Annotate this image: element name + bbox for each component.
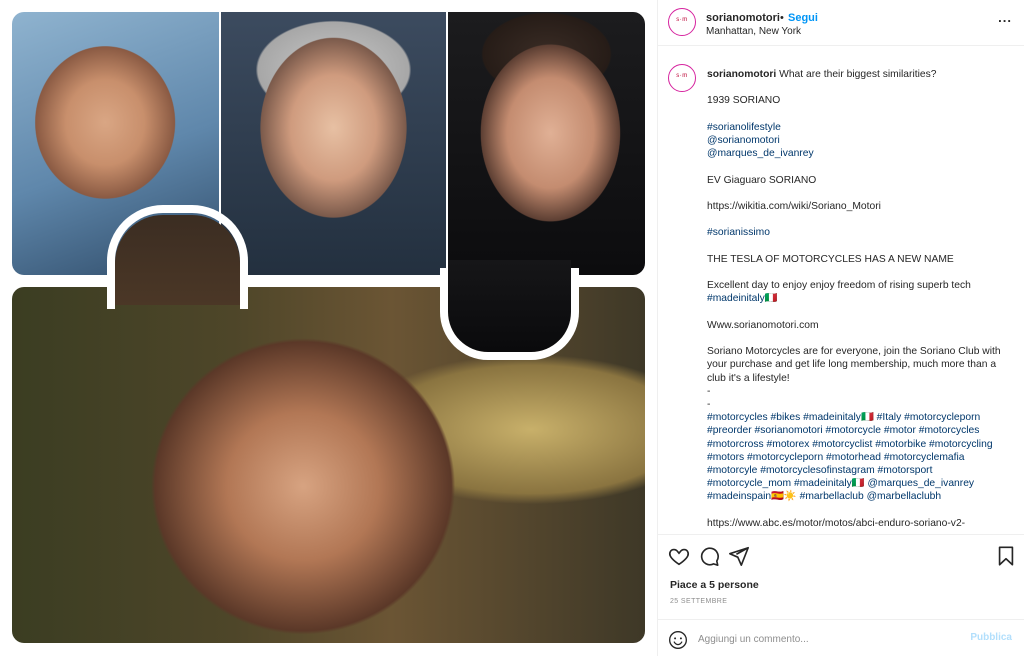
collage-seam-extension xyxy=(440,268,579,360)
collage-seam-tab xyxy=(107,205,248,309)
caption-line: 1939 SORIANO xyxy=(707,95,781,107)
post-actions: Piace a 5 persone 25 SETTEMBRE Pubblica xyxy=(658,534,1024,656)
caption-line xyxy=(707,240,1012,253)
caption-line: club it's a lifestyle! xyxy=(707,372,790,384)
caption-first-text: What are their biggest similarities? xyxy=(779,69,937,80)
caption-line: Www.sorianomotori.com xyxy=(707,319,819,331)
caption-line: https://www.abc.es/motor/motos/abci-endu… xyxy=(707,517,966,529)
caption-line[interactable]: #motorcycles #bikes #madeinitaly🇮🇹 #Ital… xyxy=(707,411,1012,424)
publish-button[interactable]: Pubblica xyxy=(970,632,1012,643)
comment-icon[interactable] xyxy=(698,545,720,567)
caption-lines: 1939 SORIANO #sorianolifestyle @sorianomot… xyxy=(707,94,1012,530)
caption-line[interactable]: #madeinitaly🇮🇹 xyxy=(707,292,1012,305)
caption-body: sorianomotori What are their biggest sim… xyxy=(707,68,1012,530)
caption-username[interactable]: sorianomotori xyxy=(707,69,776,80)
post-location[interactable]: Manhattan, New York xyxy=(706,26,801,37)
caption-line: - xyxy=(707,398,711,410)
caption-line: - xyxy=(707,385,711,397)
caption-line[interactable]: #motors #motorcycleporn #motorhead #moto… xyxy=(707,451,1012,464)
post-media-collage[interactable] xyxy=(0,0,657,656)
caption-line xyxy=(707,306,1012,319)
caption-line[interactable]: @sorianomotori xyxy=(707,134,1012,147)
caption-line xyxy=(707,108,1012,121)
caption-line xyxy=(707,213,1012,226)
caption-line: Excellent day to enjoy enjoy freedom of … xyxy=(707,280,971,292)
likes-count[interactable]: Piace a 5 persone xyxy=(670,579,759,591)
caption-first-line: sorianomotori What are their biggest sim… xyxy=(707,68,1012,81)
caption-line xyxy=(707,160,1012,173)
share-icon[interactable] xyxy=(728,545,750,567)
avatar[interactable] xyxy=(668,8,696,36)
caption-line[interactable]: #preorder #sorianomotori #motorcycle #mo… xyxy=(707,424,1012,437)
emoji-icon[interactable] xyxy=(668,630,688,650)
caption-scroll-area[interactable]: sorianomotori What are their biggest sim… xyxy=(658,46,1024,534)
caption-line xyxy=(707,332,1012,345)
caption-line xyxy=(707,504,1012,517)
follow-button[interactable]: Segui xyxy=(788,12,818,24)
caption-line: your purchase and get life long membersh… xyxy=(707,359,997,371)
caption-line: https://wikitia.com/wiki/Soriano_Motori xyxy=(707,200,881,212)
collage-photo-top-right xyxy=(448,12,645,275)
post-date[interactable]: 25 SETTEMBRE xyxy=(670,598,727,605)
post-details-panel: sorianomotori • Segui Manhattan, New Yor… xyxy=(657,0,1024,656)
bookmark-icon[interactable] xyxy=(995,545,1017,567)
caption-line[interactable]: #motorcycle_mom #madeinitaly🇮🇹 @marques_… xyxy=(707,477,1012,490)
comment-bar: Pubblica xyxy=(658,619,1024,657)
separator-dot: • xyxy=(780,12,784,24)
caption-line: Soriano Motorcycles are for everyone, jo… xyxy=(707,346,1001,358)
caption-line[interactable]: #motorcross #motorex #motorcyclist #moto… xyxy=(707,438,1012,451)
caption-line[interactable]: #sorianissimo xyxy=(707,226,1012,239)
caption-line xyxy=(707,266,1012,279)
caption-line: THE TESLA OF MOTORCYCLES HAS A NEW NAME xyxy=(707,253,954,265)
comment-input[interactable] xyxy=(698,629,958,649)
instagram-post-view: sorianomotori • Segui Manhattan, New Yor… xyxy=(0,0,1024,656)
collage-photo-top-middle xyxy=(221,12,446,275)
caption-line[interactable]: @marques_de_ivanrey xyxy=(707,147,1012,160)
caption-line: EV Giaguaro SORIANO xyxy=(707,174,817,186)
post-username[interactable]: sorianomotori xyxy=(706,12,780,24)
caption-line xyxy=(707,187,1012,200)
post-header: sorianomotori • Segui Manhattan, New Yor… xyxy=(658,0,1024,46)
caption-line[interactable]: #motorcyle #motorcyclesofinstagram #moto… xyxy=(707,464,1012,477)
caption-line[interactable]: #madeinspain🇪🇸☀️ #marbellaclub @marbella… xyxy=(707,490,1012,503)
caption-avatar[interactable] xyxy=(668,64,696,92)
more-options-icon[interactable]: ... xyxy=(998,10,1012,25)
heart-icon[interactable] xyxy=(668,545,690,567)
caption-line[interactable]: #sorianolifestyle xyxy=(707,121,1012,134)
